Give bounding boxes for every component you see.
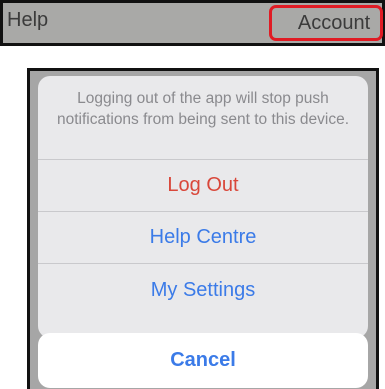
action-sheet-message: Logging out of the app will stop push no…: [38, 76, 368, 160]
action-sheet-overlay: Logging out of the app will stop push no…: [27, 68, 379, 389]
tab-help[interactable]: Help: [7, 9, 48, 32]
log-out-button[interactable]: Log Out: [38, 160, 368, 212]
help-centre-button[interactable]: Help Centre: [38, 212, 368, 264]
action-sheet: Logging out of the app will stop push no…: [38, 76, 368, 338]
my-settings-button[interactable]: My Settings: [38, 264, 368, 316]
tab-account[interactable]: Account: [269, 5, 383, 41]
top-tab-bar: Help Account: [0, 0, 385, 46]
cancel-button[interactable]: Cancel: [38, 333, 368, 388]
